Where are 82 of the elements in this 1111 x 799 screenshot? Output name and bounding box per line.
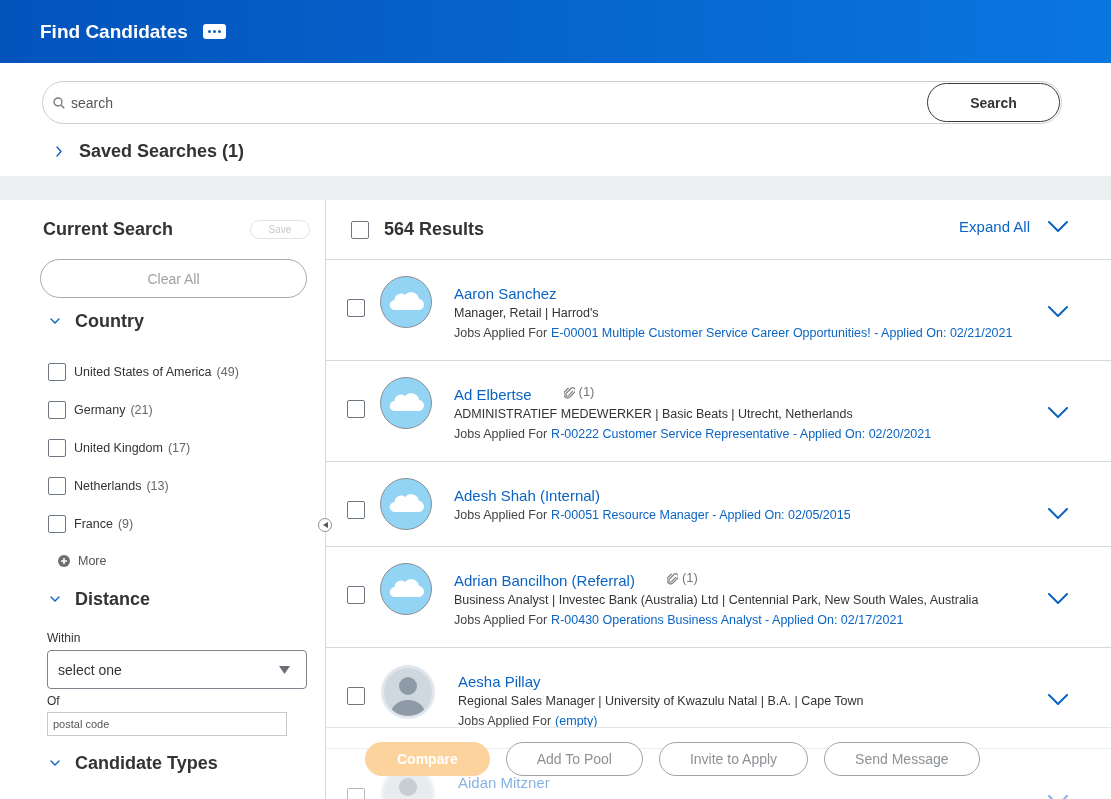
job-link[interactable]: R-00430 Operations Business Analyst - Applied On: 02/17/2021 bbox=[551, 613, 904, 627]
checkbox[interactable] bbox=[347, 586, 365, 604]
candidate-details: Manager, Retail | Harrod's bbox=[454, 305, 599, 322]
checkbox[interactable] bbox=[48, 515, 66, 533]
job-link[interactable]: (empty) bbox=[555, 714, 598, 728]
job-link[interactable]: E-00001 Multiple Customer Service Career Opportunities! - Applied On: 02/21/2021 bbox=[551, 326, 1013, 340]
option-count: (49) bbox=[216, 365, 239, 379]
checkbox[interactable] bbox=[347, 400, 365, 418]
candidate-name-link[interactable]: Aaron Sanchez bbox=[454, 284, 557, 302]
panel-title: Current Search bbox=[43, 218, 174, 240]
result-count: 564 Results bbox=[384, 219, 485, 240]
filter-section-toggle[interactable]: Candidate Types bbox=[50, 752, 218, 774]
chevron-down-icon[interactable] bbox=[1048, 306, 1068, 317]
filter-section-toggle[interactable]: Distance bbox=[50, 588, 151, 610]
postal-code-field[interactable]: postal code bbox=[47, 712, 287, 736]
plus-circle-icon bbox=[58, 555, 70, 567]
page-title: Find Candidates bbox=[40, 20, 188, 43]
chevron-icon bbox=[50, 318, 60, 324]
search-bar[interactable]: search Search bbox=[42, 81, 1062, 124]
attachment-count: (1) bbox=[681, 569, 698, 585]
checkbox[interactable] bbox=[48, 363, 66, 381]
collapse-panel-button[interactable] bbox=[318, 518, 332, 532]
chevron-down-icon[interactable] bbox=[1048, 593, 1068, 604]
candidate-details: Regional Sales Manager | University of Kwazulu Natal | B.A. | Cape Town bbox=[458, 693, 864, 710]
chevron-icon bbox=[1048, 220, 1068, 232]
option-count: (13) bbox=[146, 479, 169, 493]
option-label: Netherlands bbox=[74, 479, 142, 493]
cloud-avatar-icon bbox=[380, 563, 432, 615]
checkbox[interactable] bbox=[48, 477, 66, 495]
checkbox[interactable] bbox=[48, 401, 66, 419]
triangle-left-icon bbox=[322, 522, 328, 528]
candidate-details: Business Analyst | Investec Bank (Australia) Ltd | Centennial Park, New South Wales, Australia bbox=[454, 592, 979, 609]
paperclip-icon bbox=[666, 571, 678, 585]
jobs-label: Jobs Applied For bbox=[454, 613, 548, 627]
job-link[interactable]: R-00051 Resource Manager - Applied On: 02/05/2015 bbox=[551, 508, 851, 522]
chevron-icon bbox=[56, 146, 62, 157]
attachment-count: (1) bbox=[578, 383, 595, 399]
candidate-details: ADMINISTRATIEF MEDEWERKER | Basic Beats | Utrecht, Netherlands bbox=[454, 406, 853, 423]
jobs-label: Jobs Applied For bbox=[454, 326, 548, 340]
chevron-down-icon[interactable] bbox=[1048, 694, 1068, 705]
search-input[interactable]: search bbox=[71, 92, 919, 113]
candidate-name-link[interactable]: Adesh Shah (Internal) bbox=[454, 486, 600, 504]
ellipsis-icon bbox=[207, 30, 221, 33]
expand-all-button[interactable]: Expand All bbox=[959, 217, 1068, 235]
candidate-name-link[interactable]: Adrian Bancilhon (Referral) bbox=[454, 571, 635, 589]
jobs-label: Jobs Applied For bbox=[458, 714, 552, 728]
jobs-label: Jobs Applied For bbox=[454, 508, 548, 522]
candidate-name-link[interactable]: Aesha Pillay bbox=[458, 672, 541, 690]
cloud-avatar-icon bbox=[380, 478, 432, 530]
option-label: Germany bbox=[74, 403, 126, 417]
search-icon bbox=[53, 96, 65, 109]
more-actions-button[interactable] bbox=[202, 24, 226, 39]
option-label: France bbox=[74, 517, 113, 531]
jobs-label: Jobs Applied For bbox=[454, 427, 548, 441]
candidate-name-link[interactable]: Ad Elbertse bbox=[454, 385, 532, 403]
option-count: (9) bbox=[117, 517, 134, 531]
checkbox[interactable] bbox=[351, 220, 369, 239]
chevron-icon bbox=[50, 760, 60, 766]
cloud-avatar-icon bbox=[380, 377, 432, 429]
option-count: (17) bbox=[167, 441, 191, 455]
paperclip-icon bbox=[563, 385, 575, 399]
field-label: Within bbox=[47, 631, 81, 645]
job-link[interactable]: R-00222 Customer Service Representative - Applied On: 02/20/2021 bbox=[551, 427, 932, 441]
dropdown-triangle-icon bbox=[279, 665, 290, 674]
chevron-down-icon[interactable] bbox=[1048, 407, 1068, 418]
chevron-icon bbox=[50, 596, 60, 602]
checkbox[interactable] bbox=[48, 439, 66, 457]
distance-select[interactable]: select one bbox=[47, 650, 307, 689]
cloud-avatar-icon bbox=[380, 276, 432, 328]
avatar-silhouette-icon bbox=[380, 664, 436, 720]
filter-section-toggle[interactable]: Country bbox=[50, 310, 144, 332]
more-button[interactable]: More bbox=[58, 553, 107, 569]
checkbox[interactable] bbox=[347, 687, 365, 705]
option-label: United Kingdom bbox=[74, 441, 163, 455]
search-button[interactable]: Search bbox=[927, 83, 1060, 122]
chevron-down-icon[interactable] bbox=[1048, 508, 1068, 519]
option-count: (21) bbox=[130, 403, 153, 417]
checkbox[interactable] bbox=[347, 501, 365, 519]
checkbox[interactable] bbox=[347, 299, 365, 317]
saved-searches-toggle[interactable]: Saved Searches (1) bbox=[56, 141, 245, 162]
option-label: United States of America bbox=[74, 365, 212, 379]
field-label: Of bbox=[47, 694, 60, 708]
